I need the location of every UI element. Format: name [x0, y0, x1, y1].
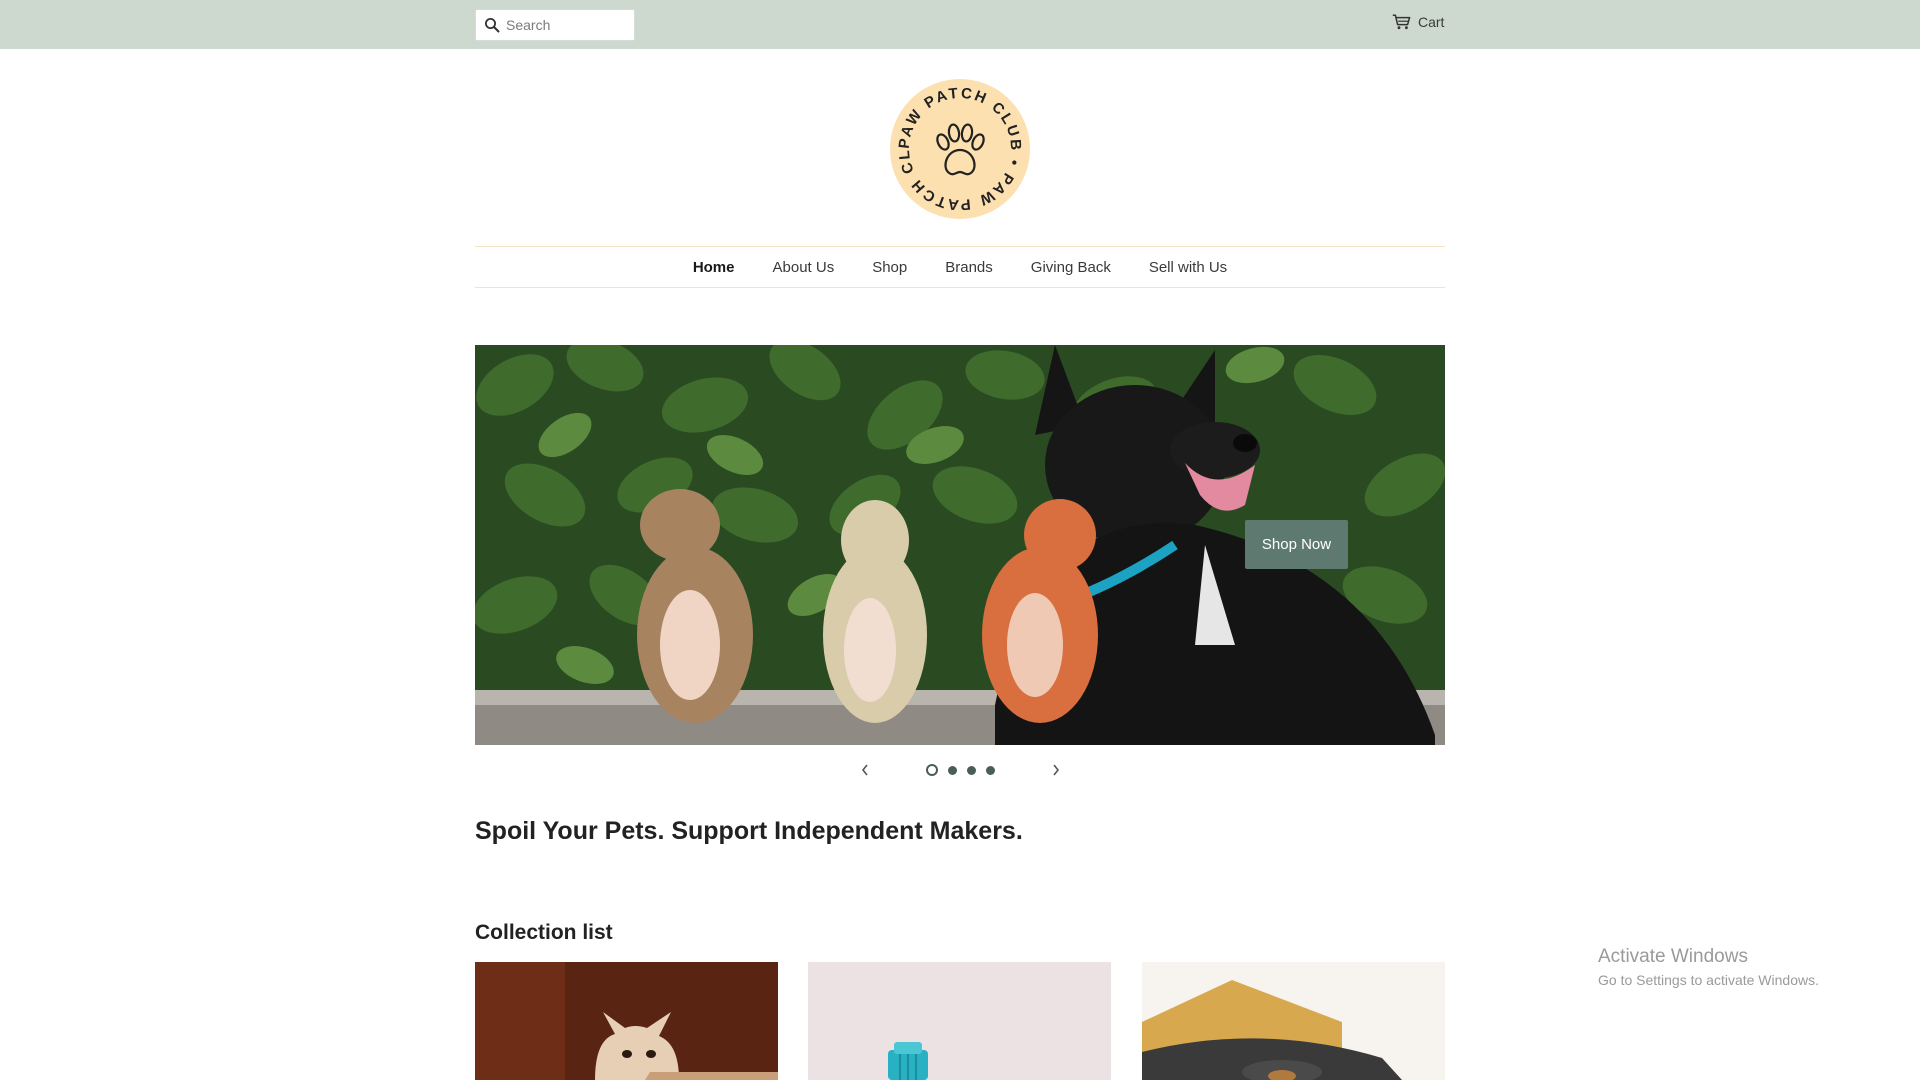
collection-image [475, 962, 778, 1080]
search-box[interactable] [475, 9, 635, 41]
nav-item-home[interactable]: Home [693, 259, 735, 276]
chevron-left-icon [861, 764, 868, 776]
slide-dot-1[interactable] [925, 764, 938, 776]
hero-slideshow: Shop Now [475, 345, 1445, 745]
collection-card[interactable] [808, 962, 1111, 1080]
slide-dot-3[interactable] [966, 765, 976, 775]
slide-dots [921, 764, 1000, 776]
windows-activation-watermark: Activate Windows Go to Settings to activ… [1598, 946, 1819, 988]
cart-icon [1392, 14, 1411, 30]
site-logo[interactable]: PAW PATCH CLUB • PAW PATCH CLUB • [889, 78, 1031, 220]
search-icon [485, 18, 500, 33]
watermark-title: Activate Windows [1598, 946, 1748, 967]
collection-image [1142, 962, 1445, 1080]
chevron-right-icon [1052, 764, 1059, 776]
next-slide-button[interactable] [1044, 758, 1068, 782]
top-bar: Cart [0, 0, 1920, 49]
slide-dot-2[interactable] [947, 765, 957, 775]
nav-item-shop[interactable]: Shop [872, 259, 907, 276]
collection-list-heading: Collection list [475, 921, 613, 944]
cart-label: Cart [1418, 14, 1445, 30]
nav-item-giving-back[interactable]: Giving Back [1031, 259, 1111, 276]
collection-card[interactable] [1142, 962, 1445, 1080]
previous-slide-button[interactable] [853, 758, 877, 782]
watermark-subtitle: Go to Settings to activate Windows. [1598, 972, 1819, 988]
slider-controls [475, 758, 1445, 782]
slide-dot-4[interactable] [985, 765, 995, 775]
collection-image [808, 962, 1111, 1080]
nav-item-sell-with-us[interactable]: Sell with Us [1149, 259, 1227, 276]
main-nav: Home About Us Shop Brands Giving Back Se… [475, 246, 1445, 288]
nav-item-brands[interactable]: Brands [945, 259, 993, 276]
search-input[interactable] [506, 17, 626, 33]
nav-item-about-us[interactable]: About Us [773, 259, 835, 276]
cart-link[interactable]: Cart [1392, 14, 1444, 30]
collection-card[interactable] [475, 962, 778, 1080]
tagline-heading: Spoil Your Pets. Support Independent Mak… [475, 817, 1023, 845]
shop-now-button[interactable]: Shop Now [1245, 520, 1348, 569]
